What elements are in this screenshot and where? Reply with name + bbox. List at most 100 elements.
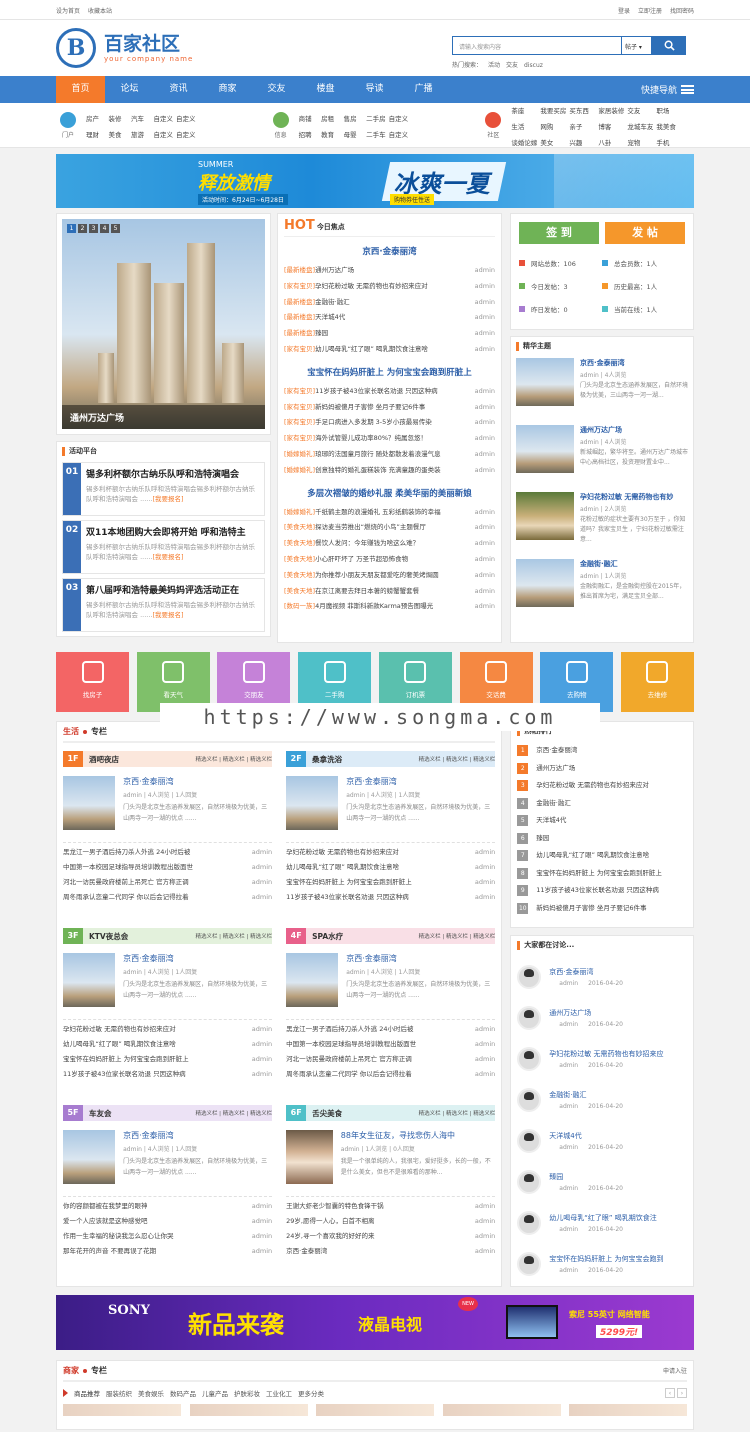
news-title[interactable]: 在京江离要去拜日本著的螃蟹蟹套餐 bbox=[315, 587, 419, 595]
discussion-user[interactable]: admin bbox=[559, 1144, 578, 1151]
rank-title-link[interactable]: 孕妇花粉过敏 无需药物也有妙招来应对 bbox=[536, 777, 649, 795]
nav-item[interactable]: 楼盘 bbox=[301, 76, 350, 103]
nav-item[interactable]: 广播 bbox=[399, 76, 448, 103]
essence-title-link[interactable]: 孕妇花粉过敏 无需药物也有妙 bbox=[580, 492, 688, 502]
discussion-user[interactable]: admin bbox=[559, 1226, 578, 1233]
news-row[interactable]: [美食天地]餐饮人发问：今年赚钱为啥这么难？ admin bbox=[284, 536, 495, 552]
essence-title-link[interactable]: 通州万达广场 bbox=[580, 425, 688, 435]
nav-item[interactable]: 资讯 bbox=[154, 76, 203, 103]
subnav-link[interactable]: 理财 bbox=[86, 129, 106, 139]
summer-banner[interactable]: SUMMER 释放激情 活动时间：6月24日~6月28日 冰爽一夏 购物券任性送 bbox=[56, 154, 694, 208]
shop-category[interactable]: 服装纺织 bbox=[106, 1388, 132, 1398]
subnav-link[interactable]: 母婴 bbox=[344, 129, 364, 139]
subnav-link[interactable]: 亲子 bbox=[569, 121, 595, 131]
slider-dot[interactable]: 1 bbox=[67, 224, 76, 233]
subnav-link[interactable]: 房产 bbox=[86, 113, 106, 123]
floor-feature[interactable]: 京西·金泰丽湾 admin | 4人浏览 | 1人回复 门头沟是北京生态涵养发展区，… bbox=[63, 953, 272, 1015]
list-title[interactable]: 那年花开的声音 不要再误了花期 bbox=[63, 1244, 156, 1259]
news-category[interactable]: [家有宝贝] bbox=[284, 345, 315, 353]
activity-title-link[interactable]: 锡多利杯额尔古纳乐队呼和浩特演唱会 bbox=[86, 467, 259, 480]
news-category[interactable]: [婚嫁婚礼] bbox=[284, 450, 315, 458]
news-row[interactable]: [家有宝贝]11岁孩子被43位家长联名劝退 只因这种病 admin bbox=[284, 384, 495, 400]
subnav-link[interactable]: 商铺 bbox=[299, 113, 319, 123]
login-link[interactable]: 登录 bbox=[618, 8, 630, 15]
rank-item[interactable]: 3 孕妇花粉过敏 无需药物也有妙招来应对 bbox=[517, 777, 687, 795]
rank-title-link[interactable]: 宝宝怀在妈妈肝脏上 为何宝宝会跑到肝脏上 bbox=[536, 865, 662, 883]
slider-dot[interactable]: 2 bbox=[78, 224, 87, 233]
news-row[interactable]: [家有宝贝]幼儿喝母乳“红了眼” 喝乳期饮食注意啥 admin bbox=[284, 342, 495, 358]
floor-tabs[interactable]: 精选义栏 | 精选义栏 | 精选义栏 bbox=[419, 932, 496, 940]
list-item[interactable]: 11岁孩子被43位家长联名劝退 只因这种病 admin bbox=[286, 890, 495, 905]
list-title[interactable]: 11岁孩子被43位家长联名劝退 只因这种病 bbox=[63, 1067, 186, 1082]
rank-item[interactable]: 9 11岁孩子被43位家长联名劝退 只因这种病 bbox=[517, 882, 687, 900]
floor-feature[interactable]: 88年女生征友，寻找悲伤人海中 admin | 1人浏览 | 0人回复 我是一个很单… bbox=[286, 1130, 495, 1192]
image-slider[interactable]: 12345 通州万达广场 bbox=[56, 213, 271, 435]
subnav-link[interactable]: 宠物 bbox=[627, 137, 653, 147]
news-category[interactable]: [数码一族] bbox=[284, 602, 315, 610]
feature-title[interactable]: 京西·金泰丽湾 bbox=[123, 953, 272, 964]
subnav-link[interactable]: 谈婚论嫁 bbox=[511, 137, 537, 147]
list-item[interactable]: 29岁,愿得一人心，白首不相离 admin bbox=[286, 1214, 495, 1229]
news-title[interactable]: 天洋城4代 bbox=[315, 313, 345, 321]
discussion-item[interactable]: 宝宝怀在妈妈肝脏上 为何宝宝会跑到 admin 2016-04-20 bbox=[517, 1243, 687, 1284]
list-item[interactable]: 王谢大虾老少智囊的特色食锋干锅 admin bbox=[286, 1199, 495, 1214]
list-title[interactable]: 24岁,寻一个喜欢我的好好的来 bbox=[286, 1229, 374, 1244]
slider-caption[interactable]: 通州万达广场 bbox=[62, 405, 265, 429]
news-title[interactable]: 餐饮人发问：今年赚钱为啥这么难？ bbox=[315, 539, 419, 547]
news-title[interactable]: 通州万达广场 bbox=[315, 266, 354, 274]
nav-item[interactable]: 商家 bbox=[203, 76, 252, 103]
subnav-link[interactable]: 自定义 bbox=[176, 129, 196, 139]
news-row[interactable]: [最新楼盘]天洋城4代 admin bbox=[284, 310, 495, 326]
activity-item[interactable]: 03 第八届呼和浩特最美妈妈评选活动正在 锡多利杯额尔古纳乐队呼和浩特演唱会锡多利杯… bbox=[62, 578, 265, 632]
site-logo[interactable]: B 百家社区 your company name bbox=[56, 28, 193, 68]
forgot-password-link[interactable]: 找回密码 bbox=[670, 8, 694, 15]
news-row[interactable]: [最新楼盘]通州万达广场 admin bbox=[284, 263, 495, 279]
discussion-user[interactable]: admin bbox=[559, 1267, 578, 1274]
apply-join-link[interactable]: 申请入驻 bbox=[663, 1366, 687, 1375]
nav-item[interactable]: 导读 bbox=[350, 76, 399, 103]
feature-title[interactable]: 京西·金泰丽湾 bbox=[123, 1130, 272, 1141]
news-row[interactable]: [婚嫁婚礼]琅琊的法国童月旅行 随处都散发着浪漫气息 admin bbox=[284, 447, 495, 463]
news-row[interactable]: [最新楼盘]金融街·融汇 admin bbox=[284, 295, 495, 311]
subnav-link[interactable]: 汽车 bbox=[131, 113, 151, 123]
floor-feature[interactable]: 京西·金泰丽湾 admin | 4人浏览 | 1人回复 门头沟是北京生态涵养发展区，… bbox=[63, 1130, 272, 1192]
news-row[interactable]: [美食天地]探访麦当劳推出“燃烧的小鸟”主题餐厅 admin bbox=[284, 520, 495, 536]
quick-nav-button[interactable]: 快捷导航 bbox=[641, 83, 694, 96]
feature-image[interactable] bbox=[63, 1130, 116, 1184]
subnav-link[interactable]: 自定义 bbox=[389, 113, 409, 123]
floor-tabs[interactable]: 精选义栏 | 精选义栏 | 精选义栏 bbox=[419, 1109, 496, 1117]
subnav-category[interactable]: 信息 bbox=[269, 112, 293, 139]
shop-category[interactable]: 数码产品 bbox=[170, 1388, 196, 1398]
subnav-link[interactable]: 买东西 bbox=[569, 105, 595, 115]
news-category[interactable]: [家有宝贝] bbox=[284, 282, 315, 290]
discussion-item[interactable]: 天洋城4代 admin 2016-04-20 bbox=[517, 1120, 687, 1161]
rank-item[interactable]: 8 宝宝怀在妈妈肝脏上 为何宝宝会跑到肝脏上 bbox=[517, 865, 687, 883]
discussion-user[interactable]: admin bbox=[559, 1185, 578, 1192]
product-image[interactable] bbox=[569, 1404, 687, 1416]
list-title[interactable]: 黑龙江一男子酒后持刀杀人外逃 24小时后被 bbox=[286, 1022, 413, 1037]
news-title[interactable]: 手足口病进入多发期 3-5岁小孩最易传染 bbox=[315, 418, 432, 426]
shop-category[interactable]: 工业化工 bbox=[266, 1388, 292, 1398]
news-category[interactable]: [美食天地] bbox=[284, 587, 315, 595]
feature-title[interactable]: 88年女生征友，寻找悲伤人海中 bbox=[341, 1130, 496, 1141]
essence-item[interactable]: 孕妇花粉过敏 无需药物也有妙 admin | 2人浏览 花粉过敏的症状主要有30万至… bbox=[516, 492, 688, 552]
discussion-user[interactable]: admin bbox=[559, 1062, 578, 1069]
subnav-link[interactable]: 八卦 bbox=[598, 137, 624, 147]
essence-thumbnail[interactable] bbox=[516, 492, 574, 540]
avatar[interactable] bbox=[517, 1046, 542, 1071]
discussion-item[interactable]: 幼儿喝母乳“红了眼” 喝乳期饮食注 admin 2016-04-20 bbox=[517, 1202, 687, 1243]
avatar[interactable] bbox=[517, 1128, 542, 1153]
signup-link[interactable]: [我要报名] bbox=[152, 495, 183, 503]
shop-category[interactable]: 儿童产品 bbox=[202, 1388, 228, 1398]
essence-item[interactable]: 通州万达广场 admin | 4人浏览 新城崛起，繁华将至。通州万达广场城市中心高档… bbox=[516, 425, 688, 485]
discussion-user[interactable]: admin bbox=[559, 980, 578, 987]
floor-feature[interactable]: 京西·金泰丽湾 admin | 4人浏览 | 1人回复 门头沟是北京生态涵养发展区，… bbox=[63, 776, 272, 838]
list-title[interactable]: 宝宝怀在妈妈肝脏上 为何宝宝会跑到肝脏上 bbox=[63, 1052, 189, 1067]
rank-item[interactable]: 1 京西·金泰丽湾 bbox=[517, 742, 687, 760]
subnav-link[interactable]: 装修 bbox=[109, 113, 129, 123]
discussion-title-link[interactable]: 通州万达广场 bbox=[549, 1008, 623, 1018]
discussion-title-link[interactable]: 宝宝怀在妈妈肝脏上 为何宝宝会跑到 bbox=[549, 1254, 663, 1264]
avatar[interactable] bbox=[517, 964, 542, 989]
floor-name[interactable]: SPA水疗 bbox=[312, 931, 343, 942]
list-item[interactable]: 河北一访民曼政府楼前上吊死亡 官方称正调 admin bbox=[63, 875, 272, 890]
